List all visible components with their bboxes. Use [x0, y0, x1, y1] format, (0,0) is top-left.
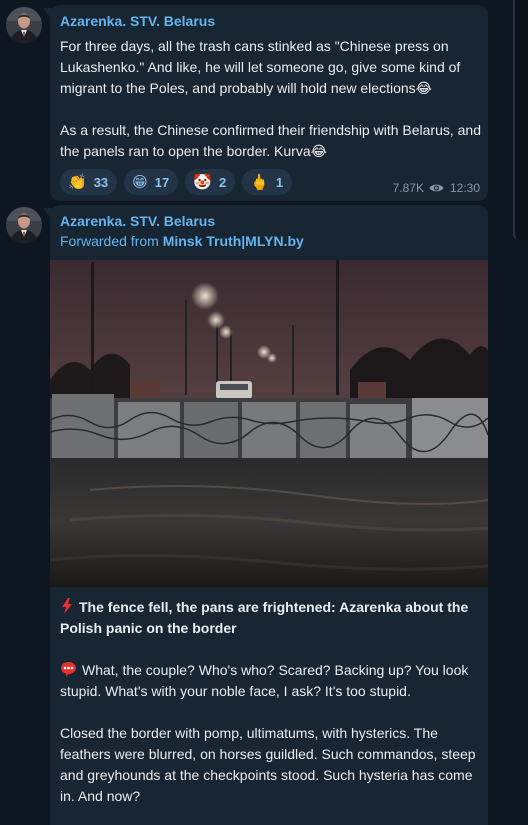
scrollbar-thumb[interactable] [513, 0, 528, 240]
message-author[interactable]: Azarenka. STV. Belarus [60, 13, 215, 29]
reaction-grin[interactable]: 😁 17 [124, 169, 179, 195]
message-author[interactable]: Azarenka. STV. Belarus [60, 213, 215, 229]
reaction-count: 2 [218, 174, 227, 190]
post-title: The fence fell, the pans are frightened:… [60, 597, 484, 639]
eye-icon [429, 184, 444, 192]
lightning-icon [62, 598, 72, 614]
reaction-count: 33 [93, 174, 109, 190]
reaction-middle-finger[interactable]: 🖕 1 [242, 169, 293, 195]
forwarded-from[interactable]: Forwarded from Minsk Truth|MLYN.by [60, 233, 304, 249]
middle-finger-emoji-icon: 🖕 [250, 173, 269, 191]
scrollbar[interactable] [513, 0, 528, 240]
reaction-count: 17 [154, 174, 170, 190]
message-meta: 7.87K 12:30 [393, 181, 480, 195]
view-count: 7.87K [392, 181, 424, 195]
channel-avatar[interactable] [6, 207, 42, 243]
post-title-text: The fence fell, the pans are frightened:… [60, 599, 469, 636]
reaction-clap[interactable]: 👏 33 [60, 169, 118, 195]
message-paragraph: What, the couple? Who's who? Scared? Bac… [60, 660, 484, 702]
message-bubble[interactable]: Azarenka. STV. Belarus Forwarded from Mi… [50, 205, 488, 825]
message-paragraph-text: What, the couple? Who's who? Scared? Bac… [60, 662, 469, 699]
speech-bubble-icon [61, 662, 76, 677]
clap-emoji-icon: 👏 [68, 173, 87, 191]
message-time: 12:30 [449, 181, 480, 195]
message-paragraph: As a result, the Chinese confirmed their… [60, 122, 481, 159]
message-paragraph: Closed the border with pomp, ultimatums,… [60, 725, 476, 804]
reactions-bar: 👏 33 😁 17 🤡 2 🖕 1 [60, 169, 293, 195]
channel-avatar[interactable] [6, 7, 42, 43]
forwarded-source[interactable]: Minsk Truth|MLYN.by [163, 233, 304, 249]
reaction-count: 1 [275, 174, 284, 190]
message-paragraph: For three days, all the trash cans stink… [60, 38, 461, 96]
reaction-clown[interactable]: 🤡 2 [185, 169, 236, 195]
message-photo[interactable] [50, 260, 488, 587]
grin-emoji-icon: 😁 [132, 173, 148, 191]
clown-emoji-icon: 🤡 [193, 173, 212, 191]
message-bubble[interactable]: Azarenka. STV. Belarus For three days, a… [50, 5, 488, 201]
forwarded-prefix: Forwarded from [60, 233, 163, 249]
